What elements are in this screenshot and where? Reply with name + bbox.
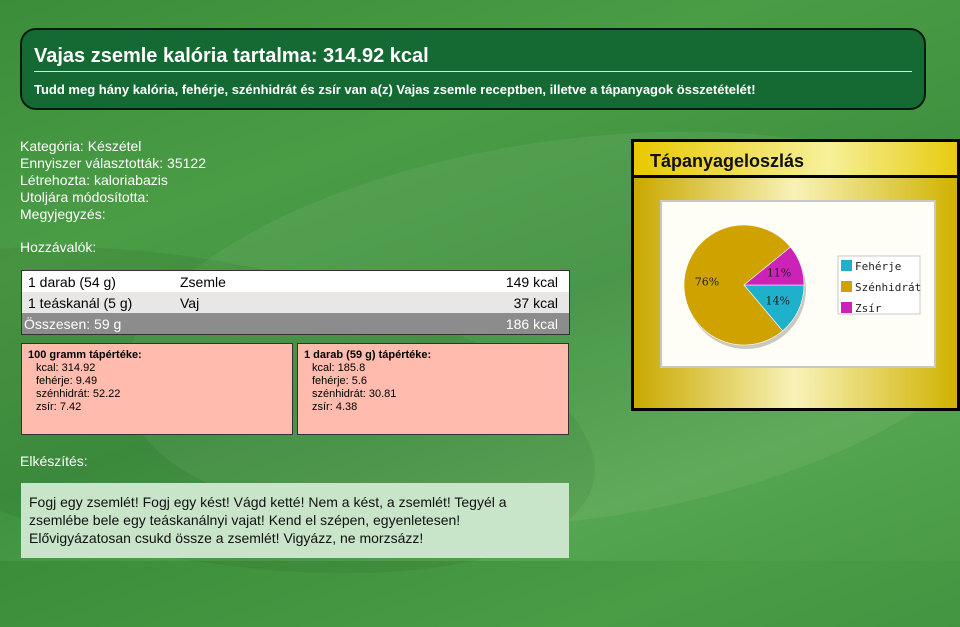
per100g-carbs: szénhidrát: 52.22: [36, 388, 121, 400]
per-piece-protein: fehérje: 5.6: [312, 375, 368, 387]
page-subtitle: Tudd meg hány kalória, fehérje, szénhidr…: [34, 82, 756, 97]
ingredients-table: 1 darab (54 g) Zsemle 149 kcal 1 teáskan…: [21, 270, 570, 335]
pie-data-label: 11%: [767, 267, 791, 280]
ingredient-name: Vaj: [180, 294, 200, 311]
meta-category: Kategória: Készétel: [20, 138, 142, 154]
ingredients-heading: Hozzávalók:: [20, 239, 97, 255]
legend-label: Zsír: [855, 302, 882, 315]
per-piece-box: 1 darab (59 g) tápértéke: kcal: 185.8 fe…: [297, 343, 569, 435]
per-piece-fat: zsír: 4.38: [312, 401, 358, 413]
table-row: 1 teáskanál (5 g) Vaj 37 kcal: [21, 292, 570, 313]
page-header: Vajas zsemle kalória tartalma: 314.92 kc…: [20, 28, 926, 110]
per-piece-title: 1 darab (59 g) tápértéke:: [304, 349, 432, 361]
pie-data-label: 76%: [695, 276, 719, 289]
total-kcal: 186 kcal: [505, 315, 558, 332]
table-total-row: Összesen: 59 g 186 kcal: [21, 313, 570, 335]
meta-modified-by: Utoljára módosította:: [20, 189, 150, 205]
ingredient-amount: 1 darab (54 g): [28, 273, 116, 290]
legend-swatch: [841, 281, 852, 292]
per100g-title: 100 gramm tápértéke:: [28, 349, 142, 361]
nutrient-chart-panel: Tápanyageloszlás 14% 76% 11% Fehérje Szénhid…: [631, 139, 960, 411]
table-row: 1 darab (54 g) Zsemle 149 kcal: [21, 270, 570, 292]
meta-created-by: Létrehozta: kaloriabazis: [20, 172, 168, 188]
chart-frame: 14% 76% 11% Fehérje Szénhidrát Zsír: [634, 178, 957, 408]
legend-label: Fehérje: [855, 260, 901, 273]
preparation-heading: Elkészítés:: [20, 453, 88, 469]
ingredient-name: Zsemle: [180, 273, 226, 290]
per-piece-carbs: szénhidrát: 30.81: [312, 388, 397, 400]
recipe-meta: Kategória: Készétel Ennyiszer választott…: [20, 138, 206, 223]
page-title: Vajas zsemle kalória tartalma: 314.92 kc…: [34, 44, 912, 72]
ingredient-amount: 1 teáskanál (5 g): [28, 294, 133, 311]
ingredient-kcal: 37 kcal: [513, 294, 558, 311]
legend-swatch: [841, 302, 852, 313]
meta-note: Megyjegyzés:: [20, 206, 106, 222]
per100g-box: 100 gramm tápértéke: kcal: 314.92 fehérj…: [21, 343, 293, 435]
per100g-fat: zsír: 7.42: [36, 401, 82, 413]
chart-plot-area: 14% 76% 11% Fehérje Szénhidrát Zsír: [660, 200, 936, 368]
ingredient-kcal: 149 kcal: [505, 273, 558, 290]
pie-data-label: 14%: [766, 295, 790, 308]
per100g-protein: fehérje: 9.49: [36, 375, 98, 387]
meta-chosen-count: Ennyiszer választották: 35122: [20, 155, 206, 171]
legend-swatch: [841, 260, 852, 271]
pie-chart: 14% 76% 11% Fehérje Szénhidrát Zsír: [683, 224, 921, 349]
preparation-text: Fogj egy zsemlét! Fogj egy kést! Vágd ke…: [21, 483, 569, 558]
per-piece-kcal: kcal: 185.8: [312, 362, 366, 374]
total-weight: Összesen: 59 g: [24, 315, 122, 332]
legend-label: Szénhidrát: [855, 281, 921, 294]
chart-panel-title: Tápanyageloszlás: [634, 142, 957, 178]
per100g-kcal: kcal: 314.92: [36, 362, 96, 374]
